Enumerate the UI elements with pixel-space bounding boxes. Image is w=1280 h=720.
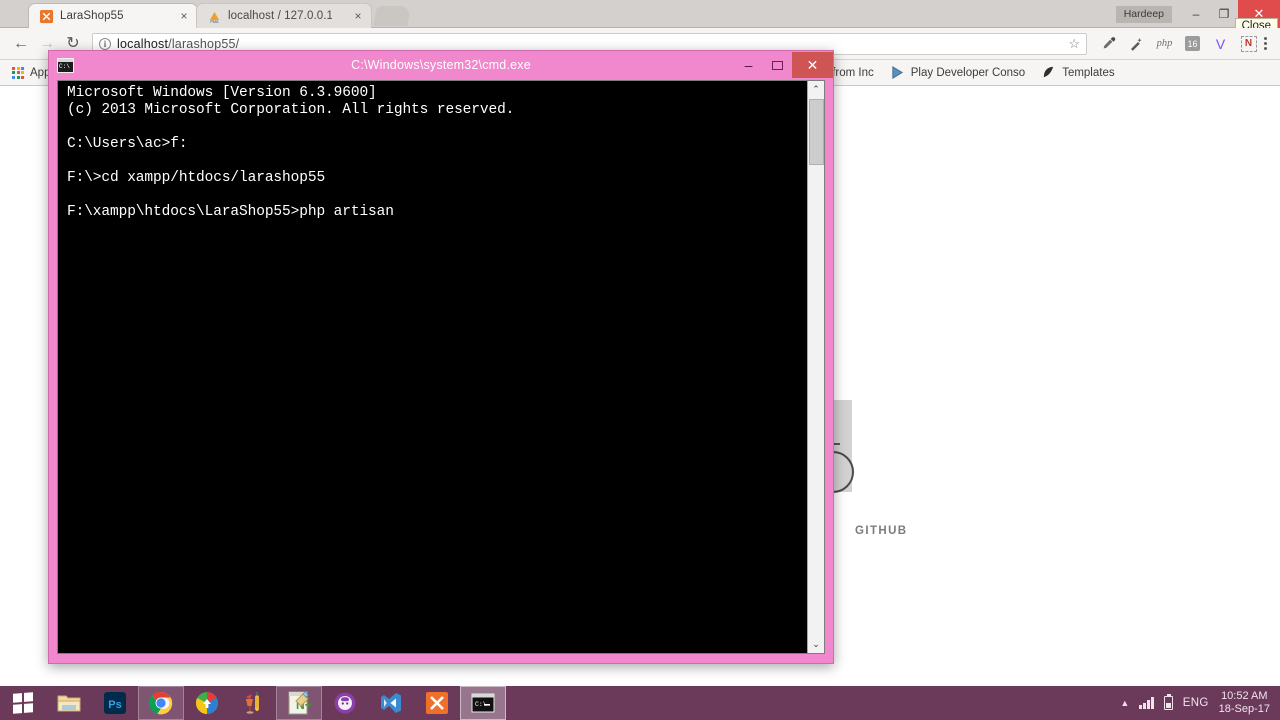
tab-close-icon[interactable]: × [177, 9, 191, 23]
taskbar-item-command-prompt[interactable]: C:\ [460, 686, 506, 720]
v-extension-icon[interactable]: V [1211, 34, 1230, 53]
photoshop-icon: Ps [104, 692, 126, 714]
larashop-icon [39, 9, 54, 23]
evernote-extension-icon[interactable]: N [1239, 34, 1258, 53]
taskbar-items: Ps N+ C:\ [46, 686, 506, 720]
system-tray: ▲ ENG 10:52 AM 18-Sep-17 [1120, 690, 1280, 716]
taskbar-item-xampp[interactable] [414, 686, 460, 720]
counter-extension-icon[interactable]: 16 [1183, 34, 1202, 53]
file-explorer-icon [57, 695, 81, 712]
tab-strip: LaraShop55 × PMA localhost / 127.0.0.1 /… [0, 0, 1280, 34]
windows-taskbar: Ps N+ C:\ ▲ ENG 10:52 AM 18-Sep-17 [0, 686, 1280, 720]
bookmark-templates[interactable]: Templates [1041, 65, 1115, 80]
taskbar-item-file-explorer[interactable] [46, 686, 92, 720]
cmd-output-text: Microsoft Windows [Version 6.3.9600] (c)… [58, 81, 807, 653]
bookmark-label: Play Developer Conso [910, 66, 1026, 79]
start-button[interactable] [0, 686, 46, 720]
visual-studio-icon [381, 693, 401, 713]
clock-time: 10:52 AM [1221, 690, 1268, 702]
site-info-icon[interactable]: i [99, 37, 111, 50]
tab-title: localhost / 127.0.0.1 / lar [228, 10, 332, 22]
tab-close-icon[interactable]: × [351, 9, 365, 23]
command-prompt-icon: C:\ [471, 693, 495, 713]
tab-title: LaraShop55 [60, 10, 124, 22]
cmd-scrollbar[interactable]: ⌃ ⌄ [807, 81, 824, 653]
xampp-icon [426, 692, 448, 714]
command-prompt-window[interactable]: C:\ C:\Windows\system32\cmd.exe – ✕ Micr… [48, 50, 834, 664]
templates-icon [1044, 66, 1054, 78]
extension-icons: php 16 V N [1095, 34, 1258, 53]
signal-bars-icon[interactable] [1139, 697, 1154, 709]
scroll-up-icon[interactable]: ⌃ [807, 81, 824, 98]
php-extension-icon[interactable]: php [1155, 34, 1174, 53]
screen: LaraShop55 × PMA localhost / 127.0.0.1 /… [0, 0, 1280, 720]
tab-phpmyadmin[interactable]: PMA localhost / 127.0.0.1 / lar × [196, 3, 372, 28]
language-indicator[interactable]: ENG [1183, 697, 1209, 709]
internet-download-manager-icon [195, 692, 219, 714]
phpmyadmin-icon: PMA [209, 11, 220, 24]
eyedropper-icon[interactable] [1099, 34, 1118, 53]
new-tab-button[interactable] [373, 6, 411, 26]
back-button[interactable]: ← [8, 31, 34, 57]
bookmark-play-developer-console[interactable]: Play Developer Conso [890, 65, 1025, 80]
magic-wand-icon[interactable] [1127, 34, 1146, 53]
url-text: localhost/larashop55/ [117, 37, 239, 51]
apps-grid-icon [12, 66, 24, 79]
battery-icon[interactable] [1163, 694, 1173, 710]
taskbar-item-visual-studio[interactable] [368, 686, 414, 720]
chrome-icon [148, 691, 173, 715]
svg-text:Ps: Ps [108, 699, 121, 711]
bookmark-label: Templates [1062, 66, 1115, 79]
pineapple-app-icon [246, 692, 259, 714]
svg-text:PMA: PMA [210, 20, 219, 24]
chrome-menu-button[interactable] [1258, 37, 1272, 50]
cmd-title-bar[interactable]: C:\ C:\Windows\system32\cmd.exe – ✕ [49, 51, 833, 79]
notepad-plus-plus-icon: N+ [288, 691, 312, 715]
cmd-console-body[interactable]: Microsoft Windows [Version 6.3.9600] (c)… [57, 80, 825, 654]
bookmark-star-icon[interactable]: ☆ [1068, 36, 1080, 52]
url-host: localhost [117, 36, 169, 51]
taskbar-item-photoshop[interactable]: Ps [92, 686, 138, 720]
taskbar-item-purple-circle-app[interactable] [322, 686, 368, 720]
bookmark-from-inc[interactable]: from Inc [832, 67, 874, 79]
taskbar-item-internet-download-manager[interactable] [184, 686, 230, 720]
windows-logo-icon [13, 692, 33, 714]
purple-circle-app-icon [334, 692, 356, 714]
bookmark-label: from Inc [832, 66, 874, 79]
scroll-down-icon[interactable]: ⌄ [807, 636, 824, 653]
taskbar-item-notepad-plus-plus[interactable]: N+ [276, 686, 322, 720]
profile-chip[interactable]: Hardeep [1115, 5, 1172, 23]
taskbar-item-chrome[interactable] [138, 686, 184, 720]
taskbar-item-pineapple-app[interactable] [230, 686, 276, 720]
scrollbar-thumb[interactable] [809, 99, 824, 165]
cmd-window-title: C:\Windows\system32\cmd.exe [351, 58, 531, 72]
play-console-icon [892, 66, 903, 79]
github-label: GITHUB [855, 525, 908, 537]
minimize-button[interactable]: – [1182, 0, 1210, 28]
url-path: /larashop55/ [168, 36, 240, 51]
clock-date: 18-Sep-17 [1218, 703, 1270, 715]
clock[interactable]: 10:52 AM 18-Sep-17 [1219, 690, 1270, 716]
tab-larashop55[interactable]: LaraShop55 × [28, 3, 198, 28]
show-hidden-icons-button[interactable]: ▲ [1120, 698, 1129, 708]
